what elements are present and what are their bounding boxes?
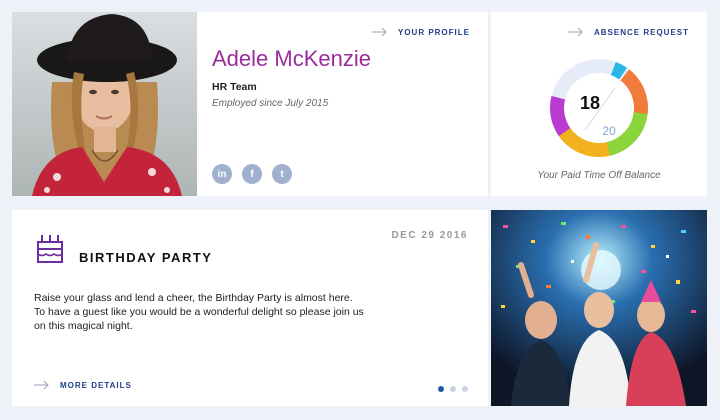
employed-since: Employed since July 2015 [212, 98, 329, 109]
event-card: BIRTHDAY PARTY DEC 29 2016 Raise your gl… [12, 210, 488, 406]
event-title: BIRTHDAY PARTY [79, 250, 213, 265]
event-description-line: on this magical night. [34, 320, 133, 332]
absence-request-label: ABSENCE REQUEST [593, 27, 689, 37]
event-description-line: To have a guest like you would be a wond… [34, 306, 364, 318]
pto-donut-chart: 18 20 [550, 58, 648, 157]
more-details-link[interactable]: MORE DETAILS [34, 380, 132, 390]
social-links: in f t [212, 164, 292, 184]
arrow-right-icon [567, 27, 583, 37]
profile-info: YOUR PROFILE Adele McKenzie HR Team Empl… [197, 12, 488, 196]
carousel-dot[interactable] [438, 386, 444, 392]
twitter-icon[interactable]: t [272, 164, 292, 184]
arrow-right-icon [34, 380, 49, 390]
carousel-dots [438, 386, 468, 392]
event-description-line: Raise your glass and lend a cheer, the B… [34, 292, 353, 304]
carousel-dot[interactable] [450, 386, 456, 392]
profile-photo [12, 12, 197, 196]
employee-team: HR Team [212, 81, 257, 93]
pto-balance-label: Your Paid Time Off Balance [537, 170, 661, 181]
pto-total-value: 20 [602, 124, 616, 138]
party-photo [491, 210, 707, 406]
absence-request-link[interactable]: ABSENCE REQUEST [567, 27, 689, 37]
your-profile-label: YOUR PROFILE [397, 27, 470, 37]
facebook-icon[interactable]: f [242, 164, 262, 184]
linkedin-icon[interactable]: in [212, 164, 232, 184]
absence-card: ABSENCE REQUEST 18 20 Your Paid Time Off… [491, 12, 707, 196]
arrow-right-icon [371, 27, 387, 37]
birthday-cake-icon [37, 235, 63, 263]
profile-card: YOUR PROFILE Adele McKenzie HR Team Empl… [12, 12, 488, 196]
employee-name: Adele McKenzie [212, 46, 371, 71]
pto-used-value: 18 [580, 93, 600, 113]
your-profile-link[interactable]: YOUR PROFILE [371, 27, 470, 37]
carousel-dot[interactable] [462, 386, 468, 392]
event-date: DEC 29 2016 [391, 230, 468, 241]
more-details-label: MORE DETAILS [60, 380, 132, 390]
event-description: Raise your glass and lend a cheer, the B… [34, 291, 414, 333]
